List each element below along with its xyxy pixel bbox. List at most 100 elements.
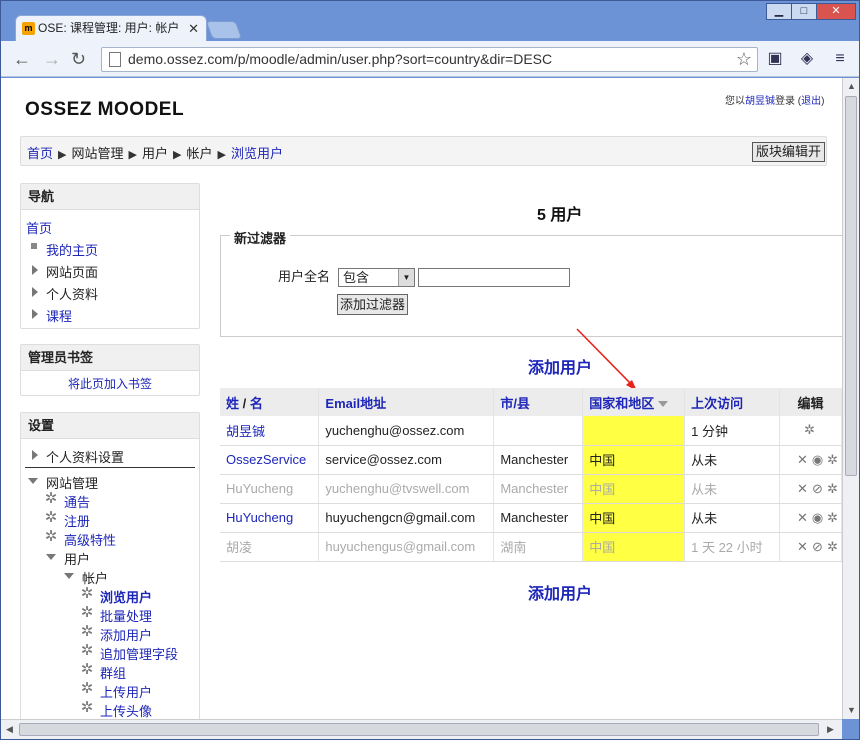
expand-arrow-icon[interactable]	[32, 309, 38, 319]
gear-icon[interactable]: ✲	[803, 422, 816, 438]
user-name-link[interactable]: 胡昱铖	[226, 424, 265, 439]
sort-email-link[interactable]: Email地址	[325, 396, 386, 411]
delete-icon[interactable]: ✕	[796, 510, 809, 526]
nav-courses-link[interactable]: 课程	[46, 306, 72, 325]
upload-users-link[interactable]: 上传用户	[100, 682, 152, 701]
cell-city: 湖南	[493, 532, 584, 562]
eye-slash-icon[interactable]: ⊘	[811, 481, 824, 497]
maximize-button[interactable]: □	[791, 3, 817, 20]
gear-icon[interactable]: ✲	[826, 481, 839, 497]
browser-tab[interactable]: m OSE: 课程管理: 用户: 帐户 ✕	[15, 15, 207, 41]
notifications-link[interactable]: 通告	[64, 492, 90, 511]
block-edit-button[interactable]: 版块编辑开	[752, 142, 826, 162]
nav-profile[interactable]: 个人资料	[46, 284, 98, 303]
forward-icon[interactable]: →	[43, 49, 61, 69]
delete-icon[interactable]: ✕	[796, 452, 809, 468]
breadcrumb-separator: ▶	[217, 149, 226, 161]
eye-icon[interactable]: ◉	[811, 510, 824, 526]
user-name-link[interactable]: HuYucheng	[226, 510, 293, 525]
admin-fields-link[interactable]: 追加管理字段	[100, 644, 178, 663]
filter-operator-select[interactable]: 包含 ▼	[338, 268, 415, 287]
vertical-scroll-thumb[interactable]	[845, 96, 857, 476]
cohorts-link[interactable]: 群组	[100, 663, 126, 682]
reload-icon[interactable]: ↻	[71, 49, 86, 69]
sort-city-link[interactable]: 市/县	[500, 396, 530, 411]
new-tab-button[interactable]	[205, 21, 243, 39]
breadcrumb-home[interactable]: 首页	[27, 146, 53, 161]
scroll-up-icon[interactable]: ▲	[847, 81, 856, 91]
horizontal-scroll-thumb[interactable]	[19, 723, 819, 736]
gear-icon[interactable]: ✲	[826, 510, 839, 526]
scroll-down-icon[interactable]: ▼	[847, 705, 856, 715]
add-filter-button[interactable]: 添加过滤器	[337, 294, 409, 315]
sort-lastname-link[interactable]: 姓	[226, 396, 239, 411]
table-row: 胡凌 huyuchengus@gmail.com 湖南 中国 1 天 22 小时…	[220, 532, 842, 562]
logout-link[interactable]: 退出	[801, 96, 821, 107]
add-user-link-bottom[interactable]: 添加用户	[528, 580, 592, 604]
horizontal-scrollbar[interactable]: ◀ ▶	[1, 719, 842, 739]
user-name-link[interactable]: HuYucheng	[226, 481, 293, 496]
scroll-left-icon[interactable]: ◀	[6, 724, 13, 735]
sort-lastaccess-link[interactable]: 上次访问	[691, 396, 743, 411]
bookmark-star-icon[interactable]: ☆	[736, 48, 752, 71]
filter-operator-value: 包含	[343, 270, 370, 285]
cell-edit: ✕ ⊘ ✲	[779, 532, 842, 562]
sort-country-link[interactable]: 国家和地区	[589, 396, 654, 411]
sort-firstname-link[interactable]: 名	[250, 396, 263, 411]
cell-country	[582, 416, 686, 446]
upload-pictures-link[interactable]: 上传头像	[100, 701, 152, 719]
vertical-scrollbar[interactable]: ▲ ▼	[842, 78, 859, 719]
eye-slash-icon[interactable]: ⊘	[811, 539, 824, 555]
bulk-actions-link[interactable]: 批量处理	[100, 606, 152, 625]
delete-icon[interactable]: ✕	[796, 481, 809, 497]
advanced-features-link[interactable]: 高级特性	[64, 530, 116, 549]
profile-settings[interactable]: 个人资料设置	[46, 447, 124, 466]
collapse-arrow-icon[interactable]	[28, 478, 38, 484]
screenshot-extension-icon[interactable]: ▣	[764, 48, 786, 70]
gear-icon[interactable]: ✲	[826, 452, 839, 468]
divider	[25, 467, 195, 468]
breadcrumb: 首页 ▶ 网站管理 ▶ 用户 ▶ 帐户 ▶ 浏览用户	[27, 143, 283, 162]
cell-lastaccess: 从未	[684, 503, 781, 533]
annotation-arrow-icon	[576, 328, 637, 391]
close-window-button[interactable]: ✕	[816, 3, 856, 20]
login-suffix: )	[821, 96, 825, 107]
expand-arrow-icon[interactable]	[32, 287, 38, 297]
users-node[interactable]: 用户	[64, 549, 90, 568]
scroll-right-icon[interactable]: ▶	[827, 724, 834, 735]
login-user-link[interactable]: 胡昱铖	[745, 96, 775, 107]
gear-icon: ✲	[44, 528, 58, 545]
user-name-link[interactable]: OssezService	[226, 452, 306, 467]
proxy-extension-icon[interactable]: ◈	[796, 48, 818, 70]
chrome-menu-icon[interactable]: ≡	[829, 48, 851, 70]
browse-users-link[interactable]: 浏览用户	[100, 587, 152, 606]
collapse-arrow-icon[interactable]	[46, 554, 56, 560]
cell-email: yuchenghu@ossez.com	[318, 416, 495, 446]
close-tab-icon[interactable]: ✕	[188, 16, 199, 41]
eye-icon[interactable]: ◉	[811, 452, 824, 468]
add-user-nav-link[interactable]: 添加用户	[100, 625, 152, 644]
nav-home-link[interactable]: 首页	[26, 218, 52, 237]
cell-name: 胡凌	[220, 532, 320, 562]
back-icon[interactable]: ←	[13, 49, 31, 69]
gear-icon: ✲	[44, 509, 58, 526]
minimize-button[interactable]: ▁	[766, 3, 792, 20]
address-bar[interactable]: demo.ossez.com/p/moodle/admin/user.php?s…	[101, 47, 758, 72]
expand-arrow-icon[interactable]	[32, 450, 38, 460]
user-name-link[interactable]: 胡凌	[226, 540, 252, 555]
cell-name: 胡昱铖	[220, 416, 320, 446]
table-header-row: 姓 / 名 Email地址 市/县 国家和地区 上次访问 编辑	[220, 388, 842, 416]
gear-icon[interactable]: ✲	[826, 539, 839, 555]
settings-block-title: 设置	[21, 413, 199, 439]
filter-value-input[interactable]	[418, 268, 570, 287]
nav-site-pages[interactable]: 网站页面	[46, 262, 98, 281]
expand-arrow-icon[interactable]	[32, 265, 38, 275]
breadcrumb-browse-users[interactable]: 浏览用户	[231, 146, 283, 161]
nav-my-home-link[interactable]: 我的主页	[46, 240, 98, 259]
cell-lastaccess: 从未	[684, 474, 781, 504]
registration-link[interactable]: 注册	[64, 511, 90, 530]
delete-icon[interactable]: ✕	[796, 539, 809, 555]
bookmark-this-page-link[interactable]: 将此页加入书签	[68, 375, 152, 392]
collapse-arrow-icon[interactable]	[64, 573, 74, 579]
login-mid: 登录 (	[775, 96, 802, 107]
